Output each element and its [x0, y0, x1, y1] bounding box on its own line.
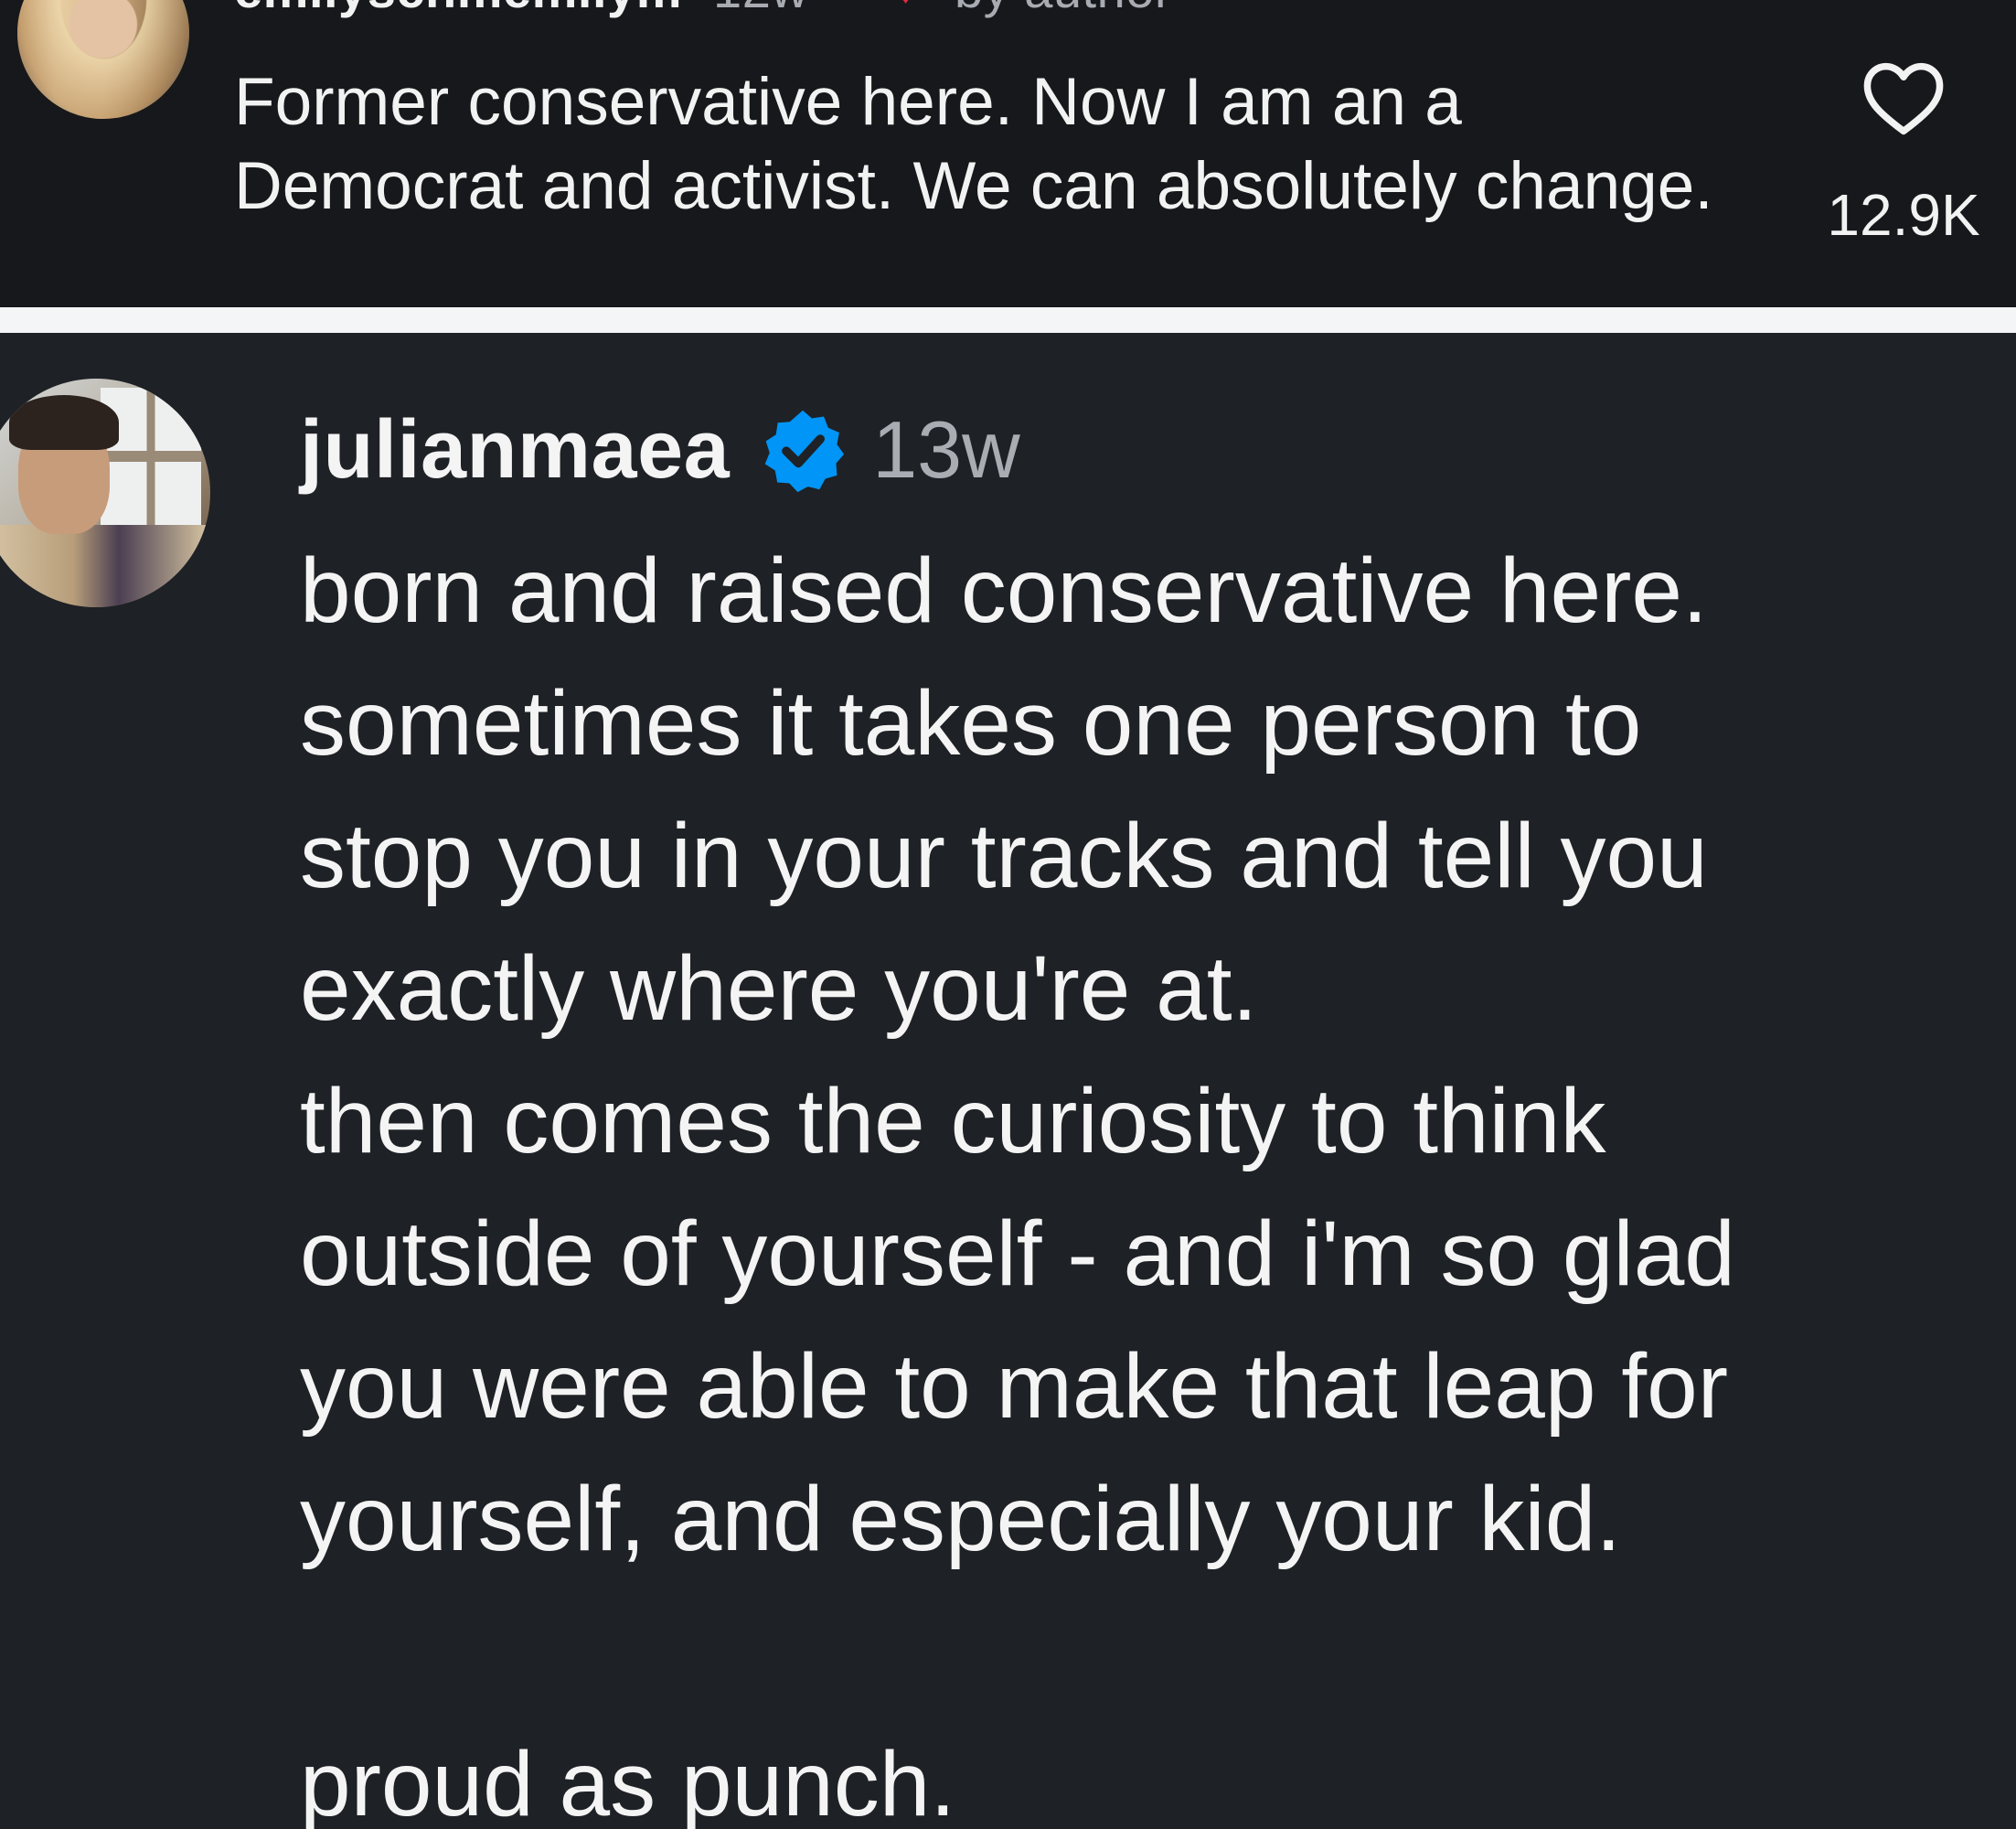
- dot-separator: ·: [839, 0, 857, 18]
- avatar-photo-clothing: [0, 525, 210, 607]
- divider: [0, 307, 2016, 333]
- timestamp: 12w: [713, 0, 808, 18]
- heart-outline-icon[interactable]: [1858, 53, 1949, 144]
- username[interactable]: julianmaea: [300, 403, 730, 497]
- avatar[interactable]: [0, 379, 210, 607]
- like-count: 12.9K: [1827, 182, 1980, 248]
- comment-julian: julianmaea 13w born and raised conservat…: [0, 333, 2016, 1829]
- timestamp: 13w: [872, 404, 1020, 495]
- comment-text: Former conservative here. Now I am an a …: [234, 65, 1713, 223]
- avatar-photo: [17, 0, 189, 119]
- avatar-photo-hair: [9, 395, 119, 450]
- avatar[interactable]: [17, 0, 189, 119]
- avatar-photo-background: [101, 388, 201, 525]
- comments-screen: emilyschmemilym 12w · ❤ by author Former…: [0, 0, 2016, 1829]
- username[interactable]: emilyschmemilym: [234, 0, 682, 18]
- comment-text: born and raised conservative here. somet…: [300, 540, 1735, 1829]
- verified-badge-icon: [764, 410, 845, 493]
- comment-header: emilyschmemilym 12w · ❤ by author: [234, 0, 1172, 19]
- comment-header: julianmaea 13w: [300, 395, 1020, 505]
- liked-by-author-label: by author: [955, 0, 1172, 18]
- comment-emily: emilyschmemilym 12w · ❤ by author Former…: [0, 0, 2016, 307]
- heart-filled-icon: ❤: [887, 0, 925, 18]
